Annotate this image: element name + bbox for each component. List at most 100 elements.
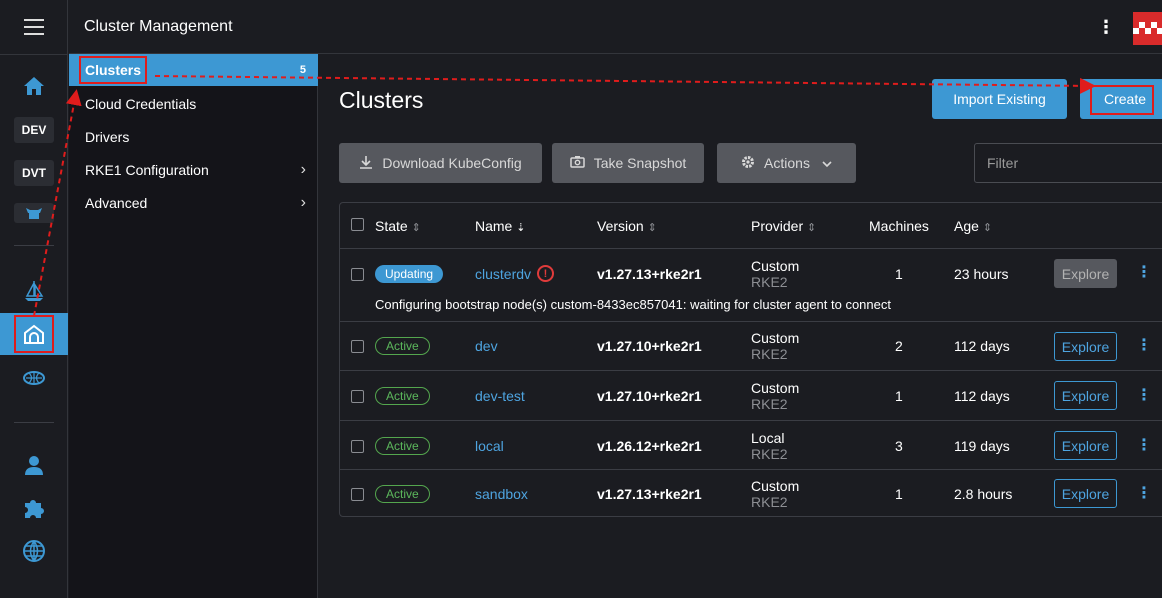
sailboat-icon[interactable] xyxy=(0,279,68,303)
table-row: Active dev-test v1.27.10+rke2r1 Custom R… xyxy=(340,371,1162,421)
side-item-drivers[interactable]: Drivers xyxy=(69,121,318,153)
sort-icon: ⇕ xyxy=(982,222,993,234)
cow-icon xyxy=(14,203,54,223)
chevron-down-icon xyxy=(822,155,832,171)
provider-distro: RKE2 xyxy=(751,274,788,290)
cluster-dev-chip[interactable]: DEV xyxy=(0,117,68,143)
provider-distro: RKE2 xyxy=(751,446,788,462)
annotation-box xyxy=(14,315,54,353)
gear-icon xyxy=(741,155,755,172)
cluster-dvt-chip[interactable]: DVT xyxy=(0,160,68,186)
col-label: Provider xyxy=(751,218,804,234)
cluster-age: 112 days xyxy=(954,338,1010,354)
cluster-name-link[interactable]: dev xyxy=(475,338,498,354)
side-item-label: RKE1 Configuration xyxy=(85,162,209,178)
more-options-icon[interactable]: ⋮ xyxy=(1097,17,1115,37)
provider-label: Custom xyxy=(751,478,800,494)
import-existing-button[interactable]: Import Existing xyxy=(932,79,1067,119)
cluster-name-link[interactable]: local xyxy=(475,438,504,454)
row-checkbox[interactable] xyxy=(351,268,364,281)
col-provider-header[interactable]: Provider ⇕ xyxy=(751,218,816,234)
col-state-header[interactable]: State ⇕ xyxy=(375,218,421,234)
camera-icon xyxy=(569,155,585,171)
select-all-checkbox[interactable] xyxy=(351,218,364,231)
sort-icon: ⇕ xyxy=(807,222,817,234)
row-actions-icon[interactable]: ⋮ xyxy=(1136,338,1152,354)
side-item-advanced[interactable]: Advanced › xyxy=(69,187,318,219)
status-badge: Active xyxy=(375,337,430,355)
side-menu: Clusters 5 Cloud Credentials Drivers RKE… xyxy=(69,54,318,598)
row-actions-icon[interactable]: ⋮ xyxy=(1136,388,1152,404)
rancher-logo[interactable] xyxy=(1133,12,1162,45)
cluster-name-link[interactable]: dev-test xyxy=(475,388,525,404)
status-badge: Updating xyxy=(375,265,444,283)
filter-input[interactable]: Filter xyxy=(974,143,1162,183)
menu-icon[interactable] xyxy=(24,19,44,35)
explore-button[interactable]: Explore xyxy=(1054,381,1117,410)
row-actions-icon[interactable]: ⋮ xyxy=(1136,486,1152,502)
provider-label: Custom xyxy=(751,380,800,396)
error-icon: ! xyxy=(537,265,554,282)
puzzle-extension-icon[interactable] xyxy=(0,497,68,519)
col-label: Version xyxy=(597,218,644,234)
col-name-header[interactable]: Name ⇣ xyxy=(475,218,525,234)
side-item-label: Cloud Credentials xyxy=(85,96,197,112)
download-kubeconfig-button[interactable]: Download KubeConfig xyxy=(339,143,542,183)
row-actions-icon[interactable]: ⋮ xyxy=(1136,265,1152,281)
cluster-age: 2.8 hours xyxy=(954,486,1013,502)
explore-button[interactable]: Explore xyxy=(1054,431,1117,460)
explore-button: Explore xyxy=(1054,259,1117,288)
cluster-version: v1.26.12+rke2r1 xyxy=(597,438,702,454)
row-checkbox[interactable] xyxy=(351,390,364,403)
cluster-chip-partial[interactable] xyxy=(0,203,68,223)
sort-down-icon: ⇣ xyxy=(516,222,526,234)
cluster-version: v1.27.13+rke2r1 xyxy=(597,486,702,502)
rail-divider xyxy=(14,245,54,246)
col-label: State xyxy=(375,218,408,234)
side-item-rke1-configuration[interactable]: RKE1 Configuration › xyxy=(69,154,318,186)
chevron-right-icon: › xyxy=(300,194,306,211)
rail-divider xyxy=(14,422,54,423)
status-badge: Active xyxy=(375,387,430,405)
machine-count: 1 xyxy=(895,388,903,404)
col-label: Age xyxy=(954,218,979,234)
col-age-header[interactable]: Age ⇕ xyxy=(954,218,992,234)
explore-button[interactable]: Explore xyxy=(1054,332,1117,361)
explore-button[interactable]: Explore xyxy=(1054,479,1117,508)
provider-distro: RKE2 xyxy=(751,396,788,412)
download-icon xyxy=(359,155,373,172)
side-item-cloud-credentials[interactable]: Cloud Credentials xyxy=(69,88,318,120)
table-row: Active local v1.26.12+rke2r1 Local RKE2 … xyxy=(340,421,1162,470)
row-checkbox[interactable] xyxy=(351,340,364,353)
machine-count: 2 xyxy=(895,338,903,354)
take-snapshot-label: Take Snapshot xyxy=(593,155,687,171)
row-actions-icon[interactable]: ⋮ xyxy=(1136,438,1152,454)
clusters-count-badge: 5 xyxy=(299,64,306,76)
globe-network-icon[interactable] xyxy=(0,368,68,388)
product-title: Cluster Management xyxy=(84,18,233,35)
actions-label: Actions xyxy=(764,155,810,171)
take-snapshot-button[interactable]: Take Snapshot xyxy=(552,143,704,183)
cluster-name-link[interactable]: clusterdv xyxy=(475,266,531,282)
row-checkbox[interactable] xyxy=(351,440,364,453)
cluster-age: 119 days xyxy=(954,438,1010,454)
cluster-version: v1.27.10+rke2r1 xyxy=(597,388,702,404)
sort-icon: ⇕ xyxy=(647,222,657,234)
cluster-dvt-chip-label: DVT xyxy=(14,160,54,186)
provider-distro: RKE2 xyxy=(751,494,788,510)
col-label: Name xyxy=(475,218,513,234)
cluster-dev-chip-label: DEV xyxy=(14,117,54,143)
cluster-provider: Custom RKE2 xyxy=(751,380,799,412)
globe-icon[interactable] xyxy=(0,539,68,563)
actions-dropdown[interactable]: Actions xyxy=(717,143,856,183)
row-checkbox[interactable] xyxy=(351,488,364,501)
user-icon[interactable] xyxy=(0,454,68,476)
cluster-version: v1.27.13+rke2r1 xyxy=(597,266,702,282)
cluster-provider: Custom RKE2 xyxy=(751,330,799,362)
cluster-name-link[interactable]: sandbox xyxy=(475,486,528,502)
cluster-provider: Custom RKE2 xyxy=(751,258,799,290)
col-version-header[interactable]: Version ⇕ xyxy=(597,218,657,234)
home-icon[interactable] xyxy=(0,74,68,98)
side-item-label: Advanced xyxy=(85,195,148,211)
status-badge: Active xyxy=(375,485,430,503)
